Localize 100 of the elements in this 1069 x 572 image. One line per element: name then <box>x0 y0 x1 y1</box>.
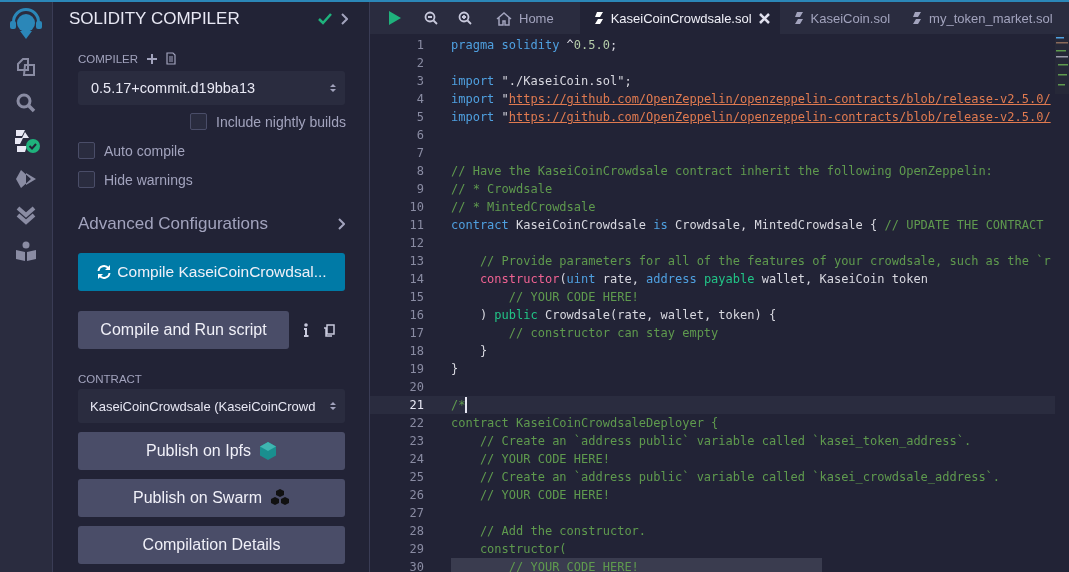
contract-label: CONTRACT <box>78 373 143 385</box>
code-line: // Have the KaseiCoinCrowdsale contract inherit the following OpenZeppelin: <box>451 163 993 180</box>
line-number: 20 <box>408 379 425 396</box>
close-icon[interactable] <box>758 12 770 24</box>
double-check-icon[interactable] <box>15 204 37 226</box>
code-line: import "https://github.com/OpenZeppelin/openzeppelin-contracts/blob/release-v2.5.0/ <box>451 109 1051 126</box>
code-line: // Provide parameters for all of the features of your crowdsale, such as the `r <box>478 253 1051 270</box>
line-number: 26 <box>408 487 425 504</box>
play-icon[interactable] <box>388 10 402 26</box>
line-number: 12 <box>408 235 425 252</box>
code-line: ) public Crowdsale(rate, wallet, token) { <box>478 307 777 324</box>
line-number: 14 <box>408 271 425 288</box>
code-line: // YOUR CODE HERE! <box>478 487 610 504</box>
checkbox-label: Auto compile <box>104 142 185 159</box>
publish-button[interactable]: Publish on Swarm <box>78 479 345 517</box>
contract-select[interactable]: KaseiCoinCrowdsale (KaseiCoinCrowd <box>78 389 345 423</box>
code-line: /* <box>451 397 466 414</box>
panel-title: SOLIDITY COMPILER <box>69 9 241 29</box>
compile-and-run-button[interactable]: Compile and Run script <box>78 311 289 349</box>
deploy-icon[interactable] <box>15 168 37 190</box>
zoom-in-icon[interactable] <box>458 11 472 25</box>
hexagons-icon <box>269 488 290 508</box>
line-number: 4 <box>415 91 425 108</box>
text-cursor <box>465 397 467 413</box>
code-line: // YOUR CODE HERE! <box>507 289 639 306</box>
code-line: // YOUR CODE HERE! <box>507 559 639 572</box>
line-number: 5 <box>415 109 425 126</box>
compiler-version-select[interactable]: 0.5.17+commit.d19bba13 <box>78 71 345 105</box>
line-number: 29 <box>408 541 425 558</box>
line-number: 22 <box>408 415 425 432</box>
line-number: 11 <box>408 217 425 234</box>
copy-icon[interactable] <box>323 323 335 337</box>
code-line: // Add the constructor. <box>478 523 647 540</box>
code-line: import "https://github.com/OpenZeppelin/openzeppelin-contracts/blob/release-v2.5.0/ <box>451 91 1051 108</box>
line-number: 18 <box>408 343 425 360</box>
checkbox[interactable] <box>190 113 207 130</box>
code-line: contract KaseiCoinCrowdsaleDeployer { <box>451 415 719 432</box>
compiler-label: COMPILER <box>78 52 139 65</box>
code-line: // YOUR CODE HERE! <box>478 451 610 468</box>
info-icon[interactable] <box>303 323 309 337</box>
publish-button[interactable]: Publish on Ipfs <box>78 432 345 470</box>
file-type-icon <box>593 11 604 25</box>
line-number: 21 <box>408 397 425 414</box>
search-icon[interactable] <box>15 92 37 114</box>
advanced-configurations-toggle[interactable]: Advanced Configurations <box>78 214 268 234</box>
editor-tab[interactable]: Home <box>492 2 572 34</box>
files-icon[interactable] <box>15 56 37 78</box>
line-number: 8 <box>415 163 425 180</box>
line-number: 27 <box>408 505 425 522</box>
line-number: 6 <box>415 127 425 144</box>
chevron-right-icon[interactable] <box>337 218 345 230</box>
line-number: 28 <box>408 523 425 540</box>
code-line: // constructor can stay empty <box>507 325 719 342</box>
zoom-out-icon[interactable] <box>424 11 438 25</box>
code-line: // * MintedCrowdsale <box>451 199 596 216</box>
editor-tab[interactable]: KaseiCoin.sol <box>789 2 909 34</box>
code-line: } <box>451 361 459 378</box>
compiler-icon[interactable] <box>12 128 40 154</box>
chevron-right-icon[interactable] <box>340 13 348 25</box>
line-number: 24 <box>408 451 425 468</box>
line-number: 25 <box>408 469 425 486</box>
file-icon[interactable] <box>166 52 177 65</box>
code-line: constructor(uint rate, address payable wallet, KaseiCoin token <box>478 271 928 288</box>
editor-tab[interactable]: KaseiCoinCrowdsale.sol <box>579 2 780 34</box>
plus-icon[interactable] <box>146 52 159 65</box>
code-line: // * Crowdsale <box>451 181 553 198</box>
code-line: pragma solidity ^0.5.0; <box>451 37 618 54</box>
line-number: 7 <box>415 145 425 162</box>
checkbox-label: Hide warnings <box>104 171 193 188</box>
refresh-icon <box>96 264 113 280</box>
file-type-icon <box>912 11 923 25</box>
line-number: 2 <box>415 55 425 72</box>
line-number: 13 <box>408 253 425 270</box>
line-number: 3 <box>415 73 425 90</box>
line-number: 17 <box>408 325 425 342</box>
checkbox[interactable] <box>78 171 95 188</box>
line-number: 16 <box>408 307 425 324</box>
file-type-icon <box>793 11 804 25</box>
ipfs-icon <box>258 441 277 461</box>
sort-arrows-icon <box>329 400 337 412</box>
compile-button[interactable]: Compile KaseiCoinCrowdsal... <box>78 253 345 291</box>
home-icon <box>496 10 512 26</box>
code-line: import "./KaseiCoin.sol"; <box>451 73 632 90</box>
line-number: 10 <box>408 199 425 216</box>
checkbox-label: Include nightly builds <box>216 113 346 130</box>
line-number: 30 <box>408 559 425 572</box>
line-number: 15 <box>408 289 425 306</box>
publish-button[interactable]: Compilation Details <box>78 526 345 564</box>
sort-arrows-icon <box>329 82 337 94</box>
code-line: // Create an `address public` variable called `kasei_token_address`. <box>478 433 972 450</box>
line-number: 19 <box>408 361 425 378</box>
line-number: 23 <box>408 433 425 450</box>
code-line: contract KaseiCoinCrowdsale is Crowdsale, MintedCrowdsale { // UPDATE THE CONTRACT <box>451 217 1044 234</box>
editor-tab[interactable]: my_token_market.sol <box>908 2 1069 34</box>
code-line: // Create an `address public` variable called `kasei_crowdsale_address`. <box>478 469 1001 486</box>
line-number: 1 <box>415 37 425 54</box>
checkbox[interactable] <box>78 142 95 159</box>
line-number: 9 <box>415 181 425 198</box>
reader-icon[interactable] <box>15 240 37 262</box>
code-line: constructor( <box>478 541 567 558</box>
